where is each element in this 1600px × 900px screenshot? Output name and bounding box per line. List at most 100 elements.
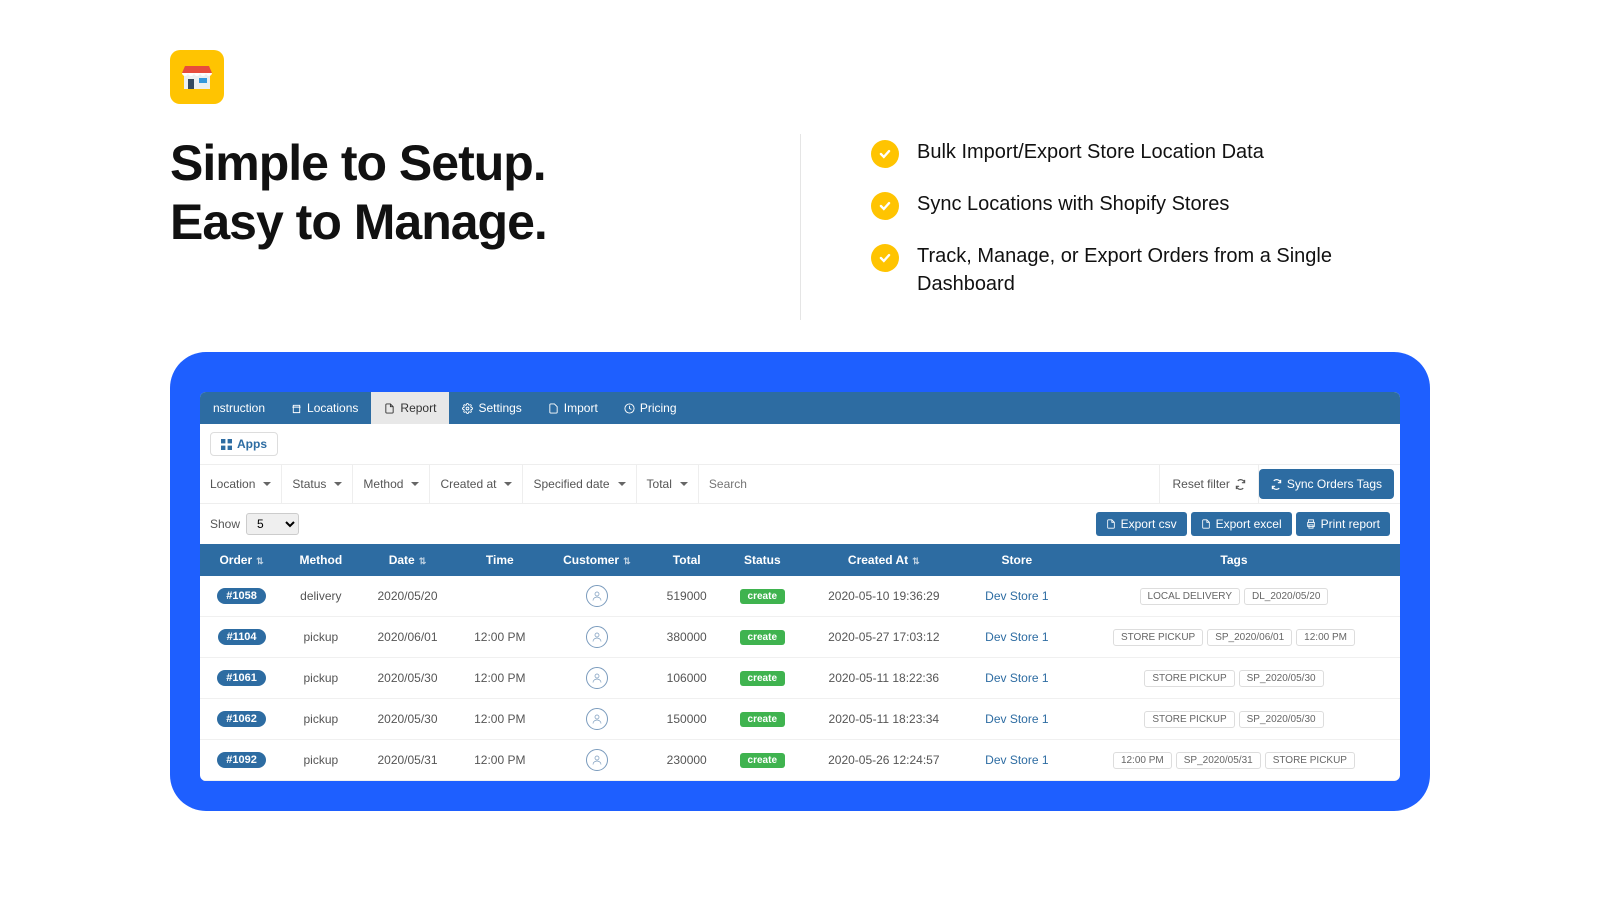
col-status[interactable]: Status	[723, 544, 802, 576]
cell-customer[interactable]	[543, 617, 651, 658]
export-excel-button[interactable]: Export excel	[1191, 512, 1292, 536]
screenshot-frame: nstructionLocationsReportSettingsImportP…	[170, 352, 1430, 811]
cell-customer[interactable]	[543, 658, 651, 699]
cell-created: 2020-05-11 18:23:34	[802, 699, 966, 740]
store-link[interactable]: Dev Store 1	[985, 712, 1048, 726]
col-created-at[interactable]: Created At	[802, 544, 966, 576]
order-link[interactable]: #1061	[217, 670, 266, 686]
status-badge: create	[740, 712, 785, 727]
headline-line-1: Simple to Setup.	[170, 134, 730, 193]
filter-location[interactable]: Location	[200, 465, 282, 503]
cell-total: 150000	[651, 699, 723, 740]
bullet-text: Bulk Import/Export Store Location Data	[917, 138, 1264, 168]
print-report-button[interactable]: Print report	[1296, 512, 1390, 536]
cell-method: pickup	[283, 617, 358, 658]
col-order[interactable]: Order	[200, 544, 283, 576]
cell-date: 2020/06/01	[359, 617, 457, 658]
headline: Simple to Setup. Easy to Manage.	[170, 134, 730, 320]
tag: DL_2020/05/20	[1244, 588, 1328, 605]
export-csv-button[interactable]: Export csv	[1096, 512, 1187, 536]
tag: SP_2020/05/30	[1239, 670, 1324, 687]
customer-avatar-icon	[586, 667, 608, 689]
search-input[interactable]	[699, 465, 1161, 503]
cell-created: 2020-05-11 18:22:36	[802, 658, 966, 699]
tag-list: LOCAL DELIVERYDL_2020/05/20	[1076, 588, 1392, 605]
filter-status[interactable]: Status	[282, 465, 353, 503]
nav-tab-nstruction[interactable]: nstruction	[200, 392, 278, 424]
cell-date: 2020/05/30	[359, 699, 457, 740]
order-link[interactable]: #1058	[217, 588, 266, 604]
filter-total[interactable]: Total	[637, 465, 699, 503]
tag: STORE PICKUP	[1265, 752, 1355, 769]
nav-tab-locations[interactable]: Locations	[278, 392, 371, 424]
app-logo-icon	[170, 50, 224, 104]
cell-method: pickup	[283, 699, 358, 740]
cell-time: 12:00 PM	[456, 658, 543, 699]
status-badge: create	[740, 589, 785, 604]
table-row: #1061pickup2020/05/3012:00 PM106000creat…	[200, 658, 1400, 699]
col-tags[interactable]: Tags	[1068, 544, 1400, 576]
cell-created: 2020-05-26 12:24:57	[802, 740, 966, 781]
tag-list: STORE PICKUPSP_2020/06/0112:00 PM	[1076, 629, 1392, 646]
col-customer[interactable]: Customer	[543, 544, 651, 576]
customer-avatar-icon	[586, 585, 608, 607]
nav-tab-report[interactable]: Report	[371, 392, 449, 424]
nav-tab-settings[interactable]: Settings	[449, 392, 534, 424]
col-total[interactable]: Total	[651, 544, 723, 576]
filter-method[interactable]: Method	[353, 465, 430, 503]
show-select[interactable]: 5	[246, 513, 299, 535]
col-time[interactable]: Time	[456, 544, 543, 576]
table-row: #1092pickup2020/05/3112:00 PM230000creat…	[200, 740, 1400, 781]
cell-total: 519000	[651, 576, 723, 617]
cell-customer[interactable]	[543, 576, 651, 617]
col-date[interactable]: Date	[359, 544, 457, 576]
order-link[interactable]: #1092	[217, 752, 266, 768]
apps-button-label: Apps	[237, 437, 267, 451]
store-link[interactable]: Dev Store 1	[985, 671, 1048, 685]
tag: SP_2020/05/30	[1239, 711, 1324, 728]
tag: LOCAL DELIVERY	[1140, 588, 1240, 605]
table-row: #1104pickup2020/06/0112:00 PM380000creat…	[200, 617, 1400, 658]
tag: STORE PICKUP	[1113, 629, 1203, 646]
tag-list: 12:00 PMSP_2020/05/31STORE PICKUP	[1076, 752, 1392, 769]
store-link[interactable]: Dev Store 1	[985, 589, 1048, 603]
order-link[interactable]: #1104	[218, 629, 266, 645]
cell-method: pickup	[283, 740, 358, 781]
tag: SP_2020/06/01	[1207, 629, 1292, 646]
check-icon	[871, 140, 899, 168]
tag: STORE PICKUP	[1144, 670, 1234, 687]
cell-time: 12:00 PM	[456, 699, 543, 740]
reset-filter-button[interactable]: Reset filter	[1160, 465, 1258, 503]
customer-avatar-icon	[586, 626, 608, 648]
feature-bullets: Bulk Import/Export Store Location Data S…	[871, 134, 1430, 320]
col-method[interactable]: Method	[283, 544, 358, 576]
navbar: nstructionLocationsReportSettingsImportP…	[200, 392, 1400, 424]
tag: STORE PICKUP	[1144, 711, 1234, 728]
cell-time: 12:00 PM	[456, 617, 543, 658]
filter-created-at[interactable]: Created at	[430, 465, 523, 503]
app-window: nstructionLocationsReportSettingsImportP…	[200, 392, 1400, 781]
show-label: Show	[210, 517, 240, 531]
cell-customer[interactable]	[543, 740, 651, 781]
store-link[interactable]: Dev Store 1	[985, 753, 1048, 767]
status-badge: create	[740, 753, 785, 768]
filter-specified-date[interactable]: Specified date	[523, 465, 636, 503]
sync-orders-tags-button[interactable]: Sync Orders Tags	[1259, 469, 1394, 499]
filter-row: Location Status Method Created at Specif…	[200, 465, 1400, 504]
cell-total: 106000	[651, 658, 723, 699]
tag: 12:00 PM	[1113, 752, 1172, 769]
apps-button[interactable]: Apps	[210, 432, 278, 456]
tag-list: STORE PICKUP SP_2020/05/30	[1076, 670, 1392, 687]
cell-total: 230000	[651, 740, 723, 781]
bullet-text: Sync Locations with Shopify Stores	[917, 190, 1229, 220]
store-link[interactable]: Dev Store 1	[985, 630, 1048, 644]
order-link[interactable]: #1062	[217, 711, 266, 727]
table-row: #1058delivery2020/05/20519000create2020-…	[200, 576, 1400, 617]
cell-customer[interactable]	[543, 699, 651, 740]
cell-created: 2020-05-27 17:03:12	[802, 617, 966, 658]
nav-tab-import[interactable]: Import	[535, 392, 611, 424]
orders-table: OrderMethodDateTimeCustomerTotalStatusCr…	[200, 544, 1400, 781]
nav-tab-pricing[interactable]: Pricing	[611, 392, 690, 424]
cell-method: delivery	[283, 576, 358, 617]
col-store[interactable]: Store	[966, 544, 1068, 576]
